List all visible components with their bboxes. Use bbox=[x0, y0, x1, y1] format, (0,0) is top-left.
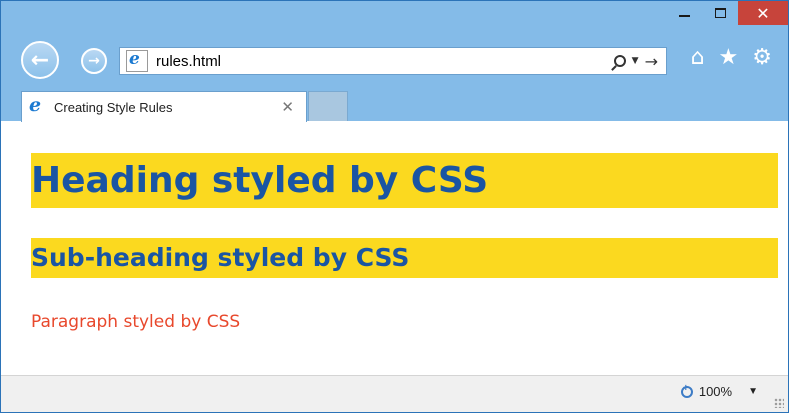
browser-chrome: ✕ ← → e rules.html ▼ → ⌂ ★ ⚙ e Creating … bbox=[1, 1, 788, 122]
maximize-icon bbox=[714, 8, 726, 18]
back-arrow-icon: ← bbox=[30, 47, 50, 73]
tab-creating-style-rules[interactable]: e Creating Style Rules ✕ bbox=[21, 91, 307, 122]
search-icon[interactable] bbox=[613, 55, 626, 67]
address-tools: ▼ → bbox=[613, 52, 658, 71]
page-subheading: Sub-heading styled by CSS bbox=[31, 238, 778, 278]
maximize-button[interactable] bbox=[702, 1, 738, 25]
search-dropdown-icon[interactable]: ▼ bbox=[632, 56, 639, 66]
close-icon: ✕ bbox=[756, 3, 770, 23]
tab-title: Creating Style Rules bbox=[54, 99, 173, 115]
window-controls: ✕ bbox=[666, 1, 788, 31]
minimize-button[interactable] bbox=[666, 1, 702, 25]
page-paragraph: Paragraph styled by CSS bbox=[31, 312, 241, 332]
new-tab-button[interactable] bbox=[308, 91, 348, 121]
address-bar[interactable]: e rules.html ▼ → bbox=[119, 47, 667, 75]
zoom-icon bbox=[680, 383, 693, 398]
go-arrow-icon[interactable]: → bbox=[645, 52, 658, 71]
zoom-level: 100% bbox=[698, 384, 733, 399]
tab-strip: e Creating Style Rules ✕ bbox=[1, 91, 788, 122]
minimize-icon bbox=[678, 15, 690, 17]
back-button[interactable]: ← bbox=[21, 41, 59, 79]
home-icon[interactable]: ⌂ bbox=[691, 47, 705, 69]
close-window-button[interactable]: ✕ bbox=[738, 1, 788, 25]
navigation-bar: ← → e rules.html ▼ → ⌂ ★ ⚙ bbox=[1, 41, 788, 83]
page-ie-icon: e bbox=[126, 49, 148, 72]
page-heading: Heading styled by CSS bbox=[31, 153, 778, 208]
forward-arrow-icon: → bbox=[88, 53, 100, 69]
address-input[interactable]: rules.html bbox=[156, 53, 614, 70]
zoom-control[interactable]: 100% ▼ bbox=[680, 383, 758, 399]
zoom-dropdown-icon[interactable]: ▼ bbox=[748, 386, 758, 397]
toolbar-icons: ⌂ ★ ⚙ bbox=[691, 47, 772, 69]
settings-gear-icon[interactable]: ⚙ bbox=[752, 47, 772, 69]
forward-button[interactable]: → bbox=[81, 48, 107, 74]
page-content: Heading styled by CSS Sub-heading styled… bbox=[1, 122, 788, 375]
resize-grip[interactable] bbox=[774, 398, 784, 408]
status-bar: 100% ▼ bbox=[1, 375, 788, 412]
browser-window: ✕ ← → e rules.html ▼ → ⌂ ★ ⚙ e Creating … bbox=[0, 0, 789, 413]
ie-tab-icon: e bbox=[29, 94, 42, 116]
tab-close-icon[interactable]: ✕ bbox=[281, 98, 294, 116]
favorites-star-icon[interactable]: ★ bbox=[719, 47, 739, 69]
